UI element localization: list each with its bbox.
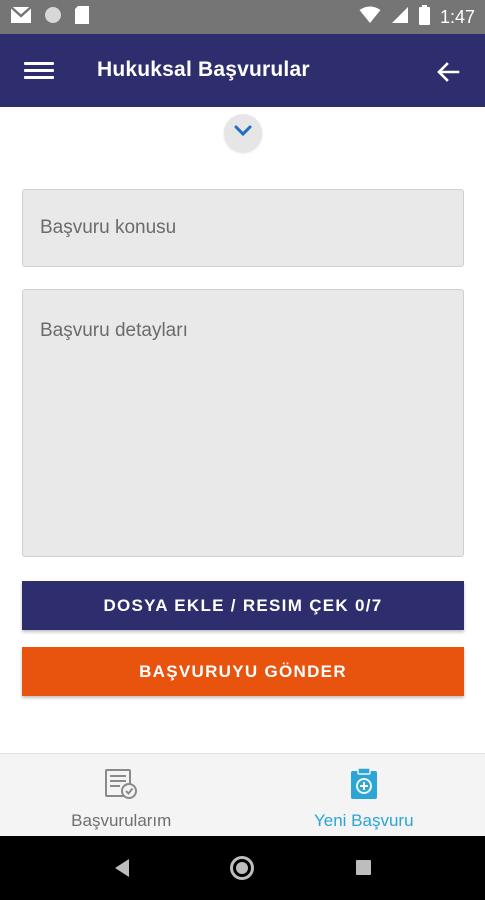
sd-card-icon [74,5,90,30]
circle-icon [44,6,62,29]
status-time: 1:47 [439,6,475,27]
hamburger-menu-icon[interactable] [24,58,54,84]
page-title: Hukuksal Başvurular [97,58,310,81]
system-home-icon[interactable] [230,856,254,880]
app-bar: Hukuksal Başvurular [0,34,485,107]
details-placeholder: Başvuru detayları [40,320,188,341]
arrow-left-icon[interactable] [434,58,462,86]
system-back-icon[interactable] [113,858,131,883]
chevron-down-icon [234,124,252,142]
status-bar: 1:47 [0,0,485,34]
wifi-icon [359,6,381,29]
nav-item-my-applications[interactable]: Başvurularım [0,754,243,836]
subject-placeholder: Başvuru konusu [40,217,177,238]
system-recents-icon[interactable] [356,860,371,875]
system-navigation-bar [0,836,485,900]
applications-list-icon [104,768,138,805]
bottom-navigation: Başvurularım Yeni Başvuru [0,753,485,836]
nav-label-my-applications: Başvurularım [71,811,172,830]
new-application-icon [349,767,379,805]
attach-file-button[interactable]: DOSYA EKLE / RESIM ÇEK 0/7 [22,581,464,630]
nav-label-new-application: Yeni Başvuru [313,811,414,830]
battery-icon [418,4,430,30]
send-application-button[interactable]: BAŞVURUYU GÖNDER [22,647,464,696]
collapse-toggle-button[interactable] [224,114,262,152]
signal-icon [391,6,409,29]
details-textarea[interactable]: Başvuru detayları [22,289,464,557]
gmail-icon [10,5,32,29]
nav-item-new-application[interactable]: Yeni Başvuru [243,754,485,836]
subject-input[interactable]: Başvuru konusu [22,189,464,267]
